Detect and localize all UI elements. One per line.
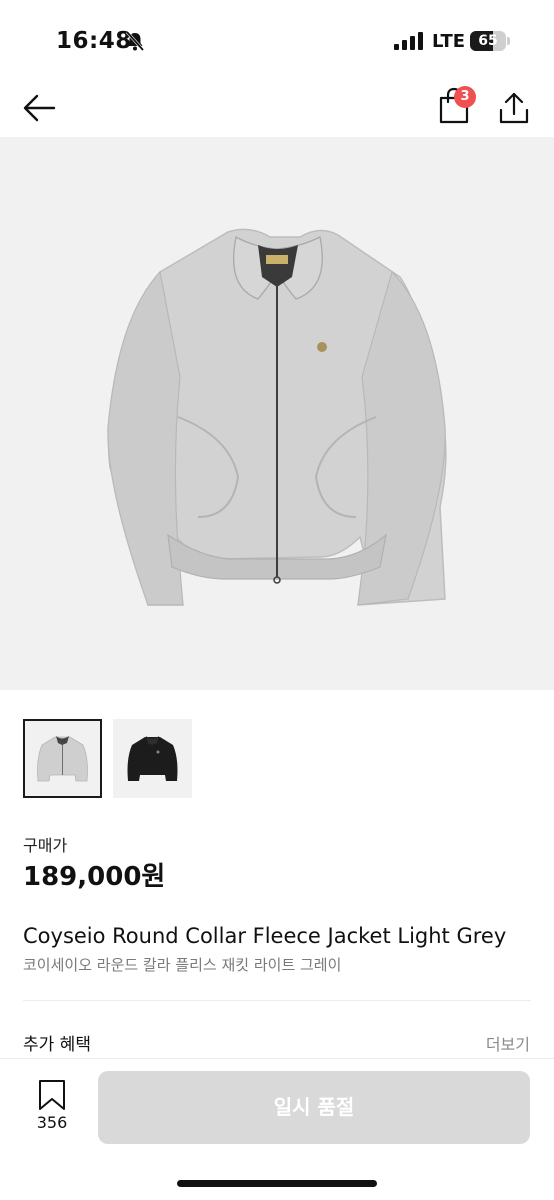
status-bar: 16:48 LTE 65 [0,0,554,80]
bookmark-count: 356 [36,1113,68,1132]
back-arrow-icon[interactable] [20,88,60,128]
jacket-illustration [107,228,447,606]
price-label: 구매가 [23,836,68,855]
shopping-bag-button[interactable]: 3 [434,84,478,128]
product-name-korean: 코이세이오 라운드 칼라 플리스 재킷 라이트 그레이 [23,956,342,974]
product-name-english: Coyseio Round Collar Fleece Jacket Light… [23,924,507,948]
cart-count-badge: 3 [454,86,476,108]
price-value: 189,000원 [23,862,166,892]
home-indicator [177,1180,377,1187]
network-type: LTE [432,31,466,52]
sold-out-button[interactable]: 일시 품절 [98,1071,530,1144]
grey-jacket-thumbnail-image [37,736,88,782]
black-jacket-thumbnail-image [127,736,178,781]
battery-icon: 65 [470,31,510,51]
signal-icon [394,32,423,50]
divider [23,1000,531,1001]
thumbnail-grey-jacket[interactable] [23,719,102,798]
bottom-action-bar: 356 일시 품절 [0,1058,554,1200]
battery-percent: 65 [478,33,498,49]
product-main-image[interactable] [0,137,554,690]
thumbnail-black-jacket[interactable] [113,719,192,798]
bookmark-button[interactable]: 356 [28,1079,76,1139]
benefits-more-link[interactable]: 더보기 [486,1031,530,1055]
benefits-title: 추가 혜택 [23,1035,91,1055]
top-nav: 3 [0,80,554,136]
status-time: 16:48 [56,28,132,54]
bookmark-icon [39,1080,65,1110]
share-icon[interactable] [494,88,534,128]
bell-off-icon [125,31,145,51]
